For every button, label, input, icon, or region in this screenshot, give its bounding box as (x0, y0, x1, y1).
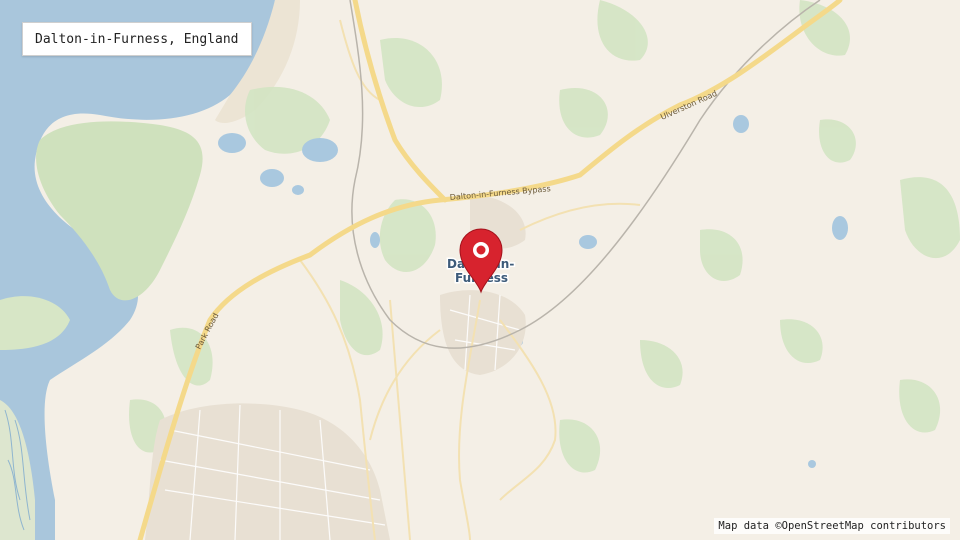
attribution-text: Map data ©OpenStreetMap contributors (718, 520, 946, 532)
map-attribution[interactable]: Map data ©OpenStreetMap contributors (714, 518, 950, 534)
map-title-box: Dalton-in-Furness, England (22, 22, 252, 56)
map-title: Dalton-in-Furness, England (35, 31, 239, 47)
map-canvas[interactable]: Dalton-in-Furness Bypass Ulverston Road … (0, 0, 960, 540)
